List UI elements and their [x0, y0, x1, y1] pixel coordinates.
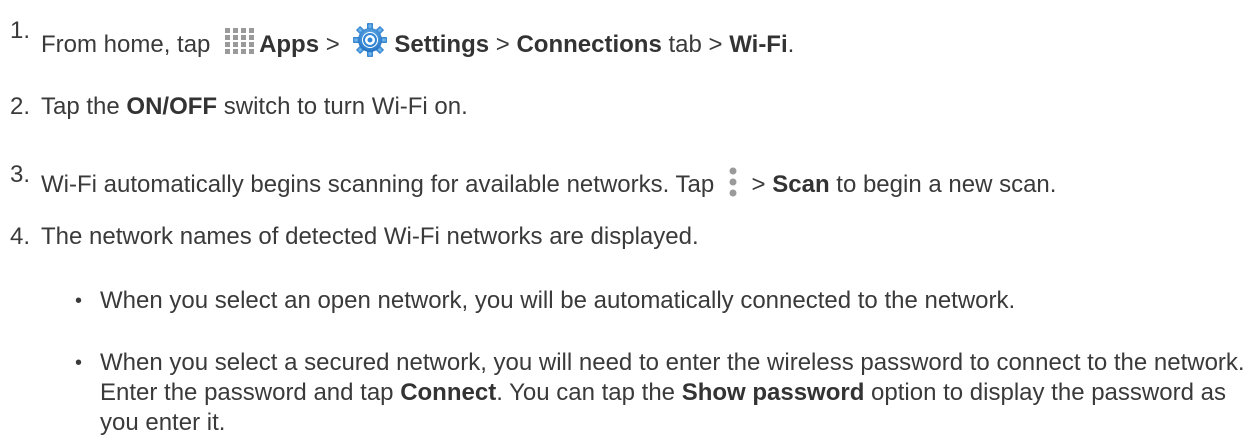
- connections-label: Connections: [516, 31, 662, 58]
- settings-gear-icon: [352, 22, 388, 58]
- bullet-dot: •: [75, 352, 83, 374]
- step-number: 4.: [10, 223, 31, 250]
- apps-grid-icon: [223, 26, 257, 56]
- step-number: 1.: [10, 17, 31, 44]
- step-text: Wi-Fi automatically begins scanning for …: [41, 160, 1056, 200]
- step-text: Tap the ON/OFF switch to turn Wi-Fi on.: [41, 93, 468, 120]
- show-password-label: Show password: [681, 379, 865, 406]
- bullet-secured-network: • When you select a secured network, you…: [75, 348, 1245, 438]
- bullet-text: When you select a secured network, you w…: [100, 349, 1245, 436]
- apps-label: Apps: [259, 31, 320, 58]
- step-text: From home, tap Apps > Settings > Connect…: [41, 16, 794, 60]
- step-number: 3.: [10, 161, 31, 188]
- scan-label: Scan: [772, 171, 830, 198]
- bullet-dot: •: [75, 290, 83, 312]
- step-number: 2.: [10, 93, 31, 120]
- step-text: The network names of detected Wi-Fi netw…: [41, 223, 699, 250]
- bullet-open-network: • When you select an open network, you w…: [75, 286, 1245, 316]
- settings-label: Settings: [394, 31, 490, 58]
- on-off-label: ON/OFF: [126, 93, 218, 120]
- bullet-text: When you select an open network, you wil…: [100, 287, 1016, 314]
- connect-label: Connect: [400, 379, 497, 406]
- wifi-label: Wi-Fi: [729, 31, 788, 58]
- overflow-menu-icon: [727, 166, 739, 198]
